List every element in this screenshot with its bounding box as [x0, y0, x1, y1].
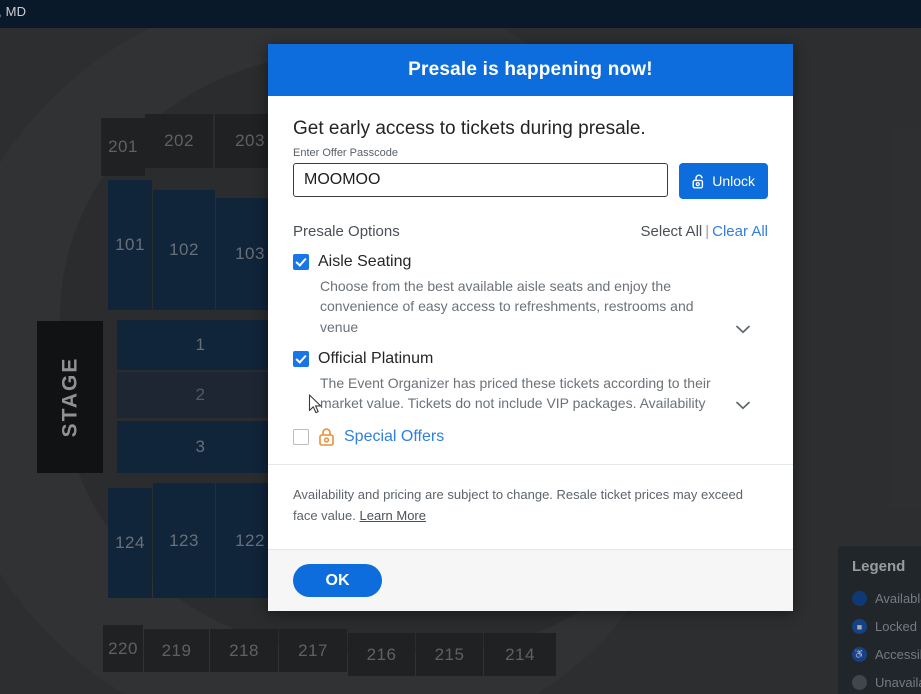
ok-button[interactable]: OK: [293, 564, 382, 598]
presale-option-description: The Event Organizer has priced these tic…: [320, 374, 711, 412]
passcode-label: Enter Offer Passcode: [293, 147, 398, 159]
special-offers-label[interactable]: Special Offers: [344, 428, 444, 446]
presale-option-label: Aisle Seating: [318, 253, 412, 270]
presale-options-header: Presale Options Select All | Clear All: [293, 223, 768, 240]
open-padlock-icon: [692, 174, 704, 189]
special-offers-checkbox[interactable]: [293, 429, 309, 446]
disclaimer-text: Availability and pricing are subject to …: [293, 465, 768, 549]
top-bar: , MD: [0, 0, 921, 28]
unlock-button[interactable]: Unlock: [679, 163, 768, 199]
modal-footer: OK: [268, 549, 793, 612]
presale-option-description: Choose from the best available aisle sea…: [320, 278, 694, 335]
presale-options-actions: Select All | Clear All: [641, 223, 768, 240]
chevron-down-icon[interactable]: [736, 401, 750, 410]
presale-option-header[interactable]: Official Platinum: [293, 350, 768, 368]
presale-options-title: Presale Options: [293, 223, 400, 240]
modal-heading: Get early access to tickets during presa…: [293, 118, 646, 139]
modal-title: Presale is happening now!: [408, 59, 653, 80]
presale-option-description-row: Choose from the best available aisle sea…: [320, 276, 750, 337]
presale-option-label: Official Platinum: [318, 349, 434, 367]
presale-option-checkbox[interactable]: [293, 254, 309, 270]
presale-option: Official Platinum The Event Organizer has…: [293, 350, 768, 414]
learn-more-link[interactable]: Learn More: [360, 508, 426, 523]
passcode-row: Unlock: [293, 163, 768, 199]
presale-option: Aisle Seating Choose from the best availa…: [293, 253, 768, 337]
special-offers-row[interactable]: Special Offers: [293, 428, 768, 447]
select-all-button[interactable]: Select All: [641, 223, 703, 240]
presale-option-description-row: The Event Organizer has priced these tic…: [320, 373, 750, 414]
presale-modal: Presale is happening now! Get early acce…: [268, 44, 793, 612]
modal-body: Get early access to tickets during presa…: [268, 96, 793, 549]
chevron-down-icon[interactable]: [736, 325, 750, 334]
unlock-button-label: Unlock: [712, 173, 755, 189]
presale-option-header[interactable]: Aisle Seating: [293, 253, 768, 271]
clear-all-button[interactable]: Clear All: [712, 223, 768, 240]
screen: STAGE 201 202 203 101 102 103 1 2 3 124 123 122 220 2…: [0, 0, 921, 694]
presale-options-list: Aisle Seating Choose from the best availa…: [293, 253, 768, 413]
presale-option-checkbox[interactable]: [293, 350, 309, 367]
top-bar-title: , MD: [0, 4, 27, 19]
passcode-input[interactable]: [293, 163, 669, 197]
orange-padlock-icon: [319, 428, 334, 447]
modal-header: Presale is happening now!: [268, 44, 793, 96]
actions-separator: |: [705, 223, 710, 240]
